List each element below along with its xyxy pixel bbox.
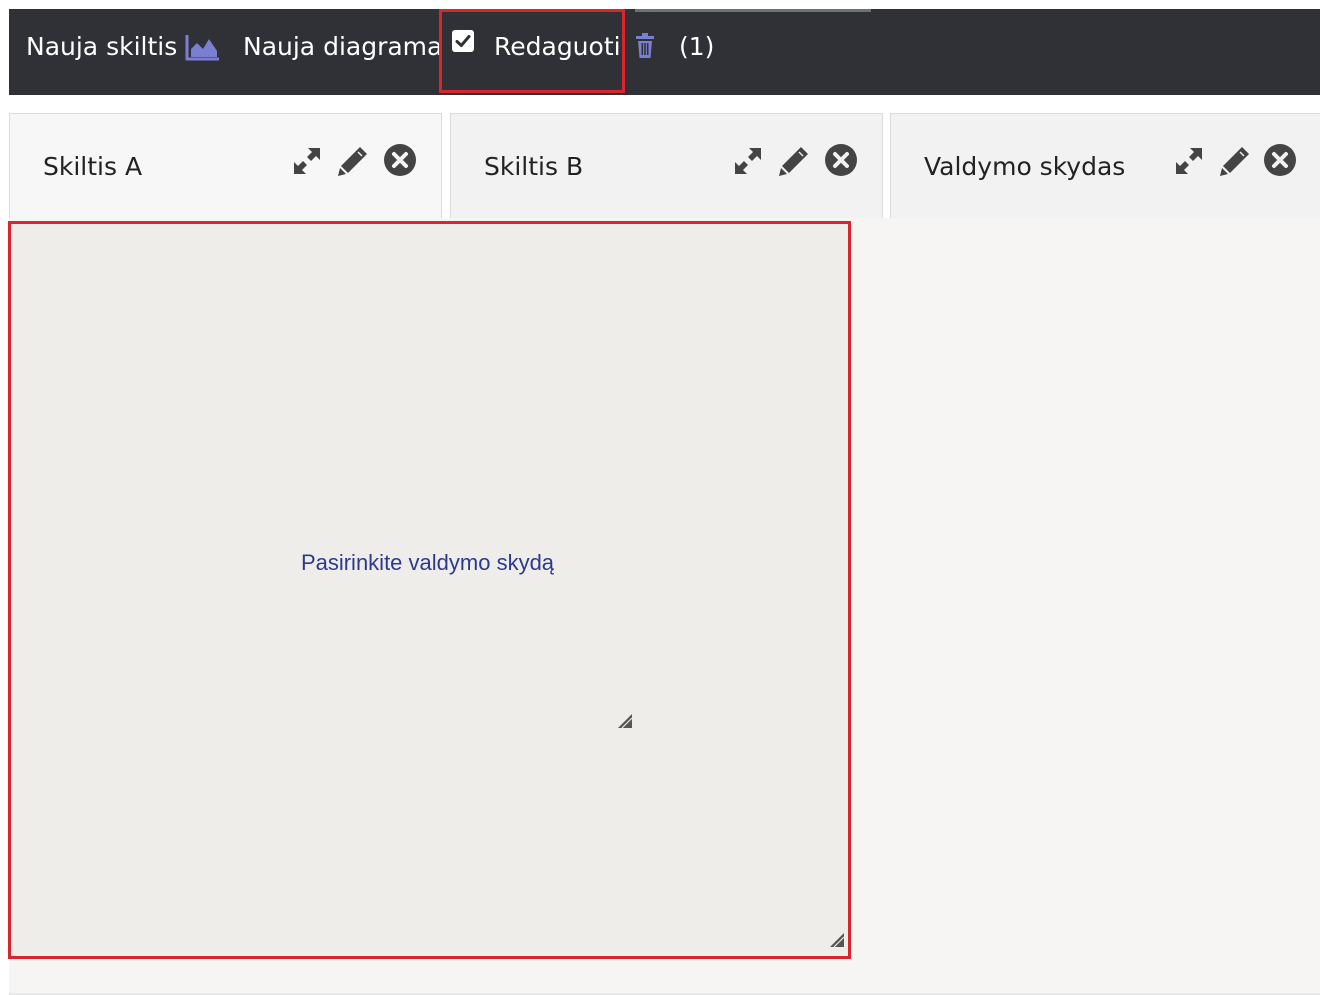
tab-label: Skiltis B [484,152,584,181]
checkbox-checked-icon [455,35,471,47]
tab-actions [729,142,869,178]
edit-label[interactable]: Redaguoti [494,9,621,85]
close-circle-icon[interactable] [1262,142,1298,178]
close-circle-icon[interactable] [382,142,418,178]
select-dashboard-message[interactable]: Pasirinkite valdymo skydą [11,550,848,576]
dashboard-panel[interactable]: Pasirinkite valdymo skydą [8,221,851,959]
top-toolbar: Nauja skiltis Nauja diagrama Redaguoti (… [9,9,1320,95]
pencil-icon[interactable] [777,144,811,178]
toolbar-accent-line [635,9,871,12]
tab-label: Skiltis A [43,152,143,181]
resize-handle-icon[interactable] [616,712,634,730]
expand-icon[interactable] [1172,144,1206,178]
edit-checkbox[interactable] [452,30,474,52]
tab-actions [288,142,428,178]
dashboard-root: Nauja skiltis Nauja diagrama Redaguoti (… [0,0,1320,995]
trash-count: (1) [679,32,715,61]
expand-icon[interactable] [290,144,324,178]
tab-skiltis-b[interactable]: Skiltis B [450,113,883,218]
pencil-icon[interactable] [336,144,370,178]
pencil-icon[interactable] [1218,144,1252,178]
new-chart-button[interactable]: Nauja diagrama [243,9,442,85]
area-chart-icon[interactable] [185,33,221,61]
tab-label: Valdymo skydas [924,152,1126,181]
close-circle-icon[interactable] [823,142,859,178]
expand-icon[interactable] [731,144,765,178]
tab-skiltis-a[interactable]: Skiltis A [9,113,442,218]
tab-valdymo-skydas[interactable]: Valdymo skydas [890,113,1320,218]
trash-icon[interactable] [634,33,656,59]
resize-handle-icon[interactable] [828,931,846,949]
tab-actions [1170,142,1310,178]
new-section-button[interactable]: Nauja skiltis [26,9,177,85]
